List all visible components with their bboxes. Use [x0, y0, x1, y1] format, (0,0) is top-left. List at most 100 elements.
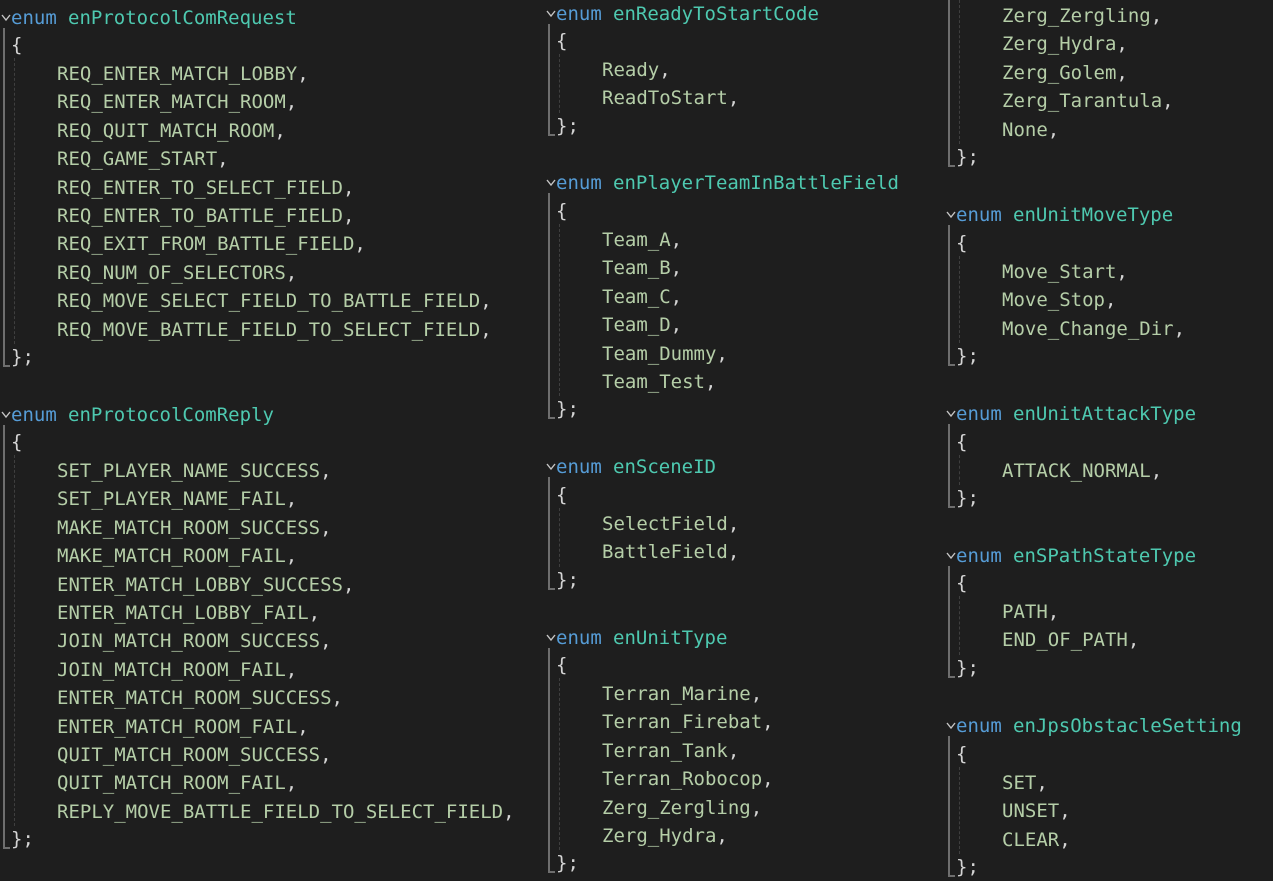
enum-member-name: Zerg_Hydra: [1002, 33, 1117, 56]
enum-member-name: Zerg_Tarantula: [1002, 90, 1163, 113]
enum-keyword: enum: [556, 3, 602, 25]
enum-member-name: Terran_Tank: [602, 739, 728, 762]
enum-member-name: BattleField: [602, 541, 728, 564]
comma: ,: [716, 342, 728, 365]
comma: ,: [1059, 828, 1071, 851]
code-column-2: enum enReadyToStartCode{Ready, ReadToStart…: [545, 0, 945, 874]
fold-range-end: [948, 364, 955, 367]
enum-keyword: enum: [956, 545, 1002, 567]
enum-member-name: None: [1002, 118, 1048, 141]
enum-member: SET,: [1002, 769, 1071, 797]
comma: ,: [1116, 33, 1128, 56]
comma: ,: [285, 545, 298, 568]
enum-member-name: Terran_Robocop: [602, 768, 763, 791]
comma: ,: [217, 148, 229, 171]
fold-range-end: [548, 417, 555, 420]
enum-member-name: REPLY_MOVE_BATTLE_FIELD_TO_SELECT_FIELD: [57, 800, 504, 823]
enum-member: QUIT_MATCH_ROOM_SUCCESS,: [57, 741, 515, 769]
enum-member: REQ_ENTER_MATCH_ROOM,: [57, 88, 492, 116]
enum-member: JOIN_MATCH_ROOM_SUCCESS,: [57, 627, 515, 655]
enum-member-list: Zerg_Zergling, Zerg_Hydra, Zerg_Golem, Zerg…: [1002, 2, 1174, 144]
comma: ,: [1127, 629, 1140, 652]
enum-keyword: enum: [556, 627, 602, 649]
close-brace: };: [556, 398, 579, 421]
chevron-down-icon[interactable]: [945, 712, 956, 740]
chevron-down-icon[interactable]: [0, 401, 11, 429]
enum-member: ReadToStart,: [602, 84, 739, 112]
comma: ,: [670, 285, 683, 308]
comma: ,: [285, 772, 298, 795]
comma: ,: [670, 229, 683, 251]
enum-member: Move_Change_Dir,: [1002, 315, 1185, 343]
chevron-down-icon[interactable]: [0, 4, 11, 32]
enum-member: Move_Start,: [1002, 258, 1185, 286]
enum-member-name: REQ_MOVE_SELECT_FIELD_TO_BATTLE_FIELD: [57, 290, 481, 313]
enum-member-list: Terran_Marine, Terran_Firebat, Terran_Tank…: [602, 680, 774, 850]
enum-member-name: Team_C: [602, 285, 671, 308]
enum-member: PATH,: [1002, 598, 1139, 626]
enum-name: enSceneID: [613, 456, 716, 478]
fold-range-bar: [548, 477, 550, 588]
fold-range-end: [548, 587, 555, 590]
enum-member-list: ATTACK_NORMAL,: [1002, 457, 1162, 485]
comma: ,: [1104, 289, 1117, 312]
enum-member-name: REQ_MOVE_BATTLE_FIELD_TO_SELECT_FIELD: [57, 318, 481, 341]
chevron-down-icon[interactable]: [545, 169, 556, 197]
enum-member: REQ_ENTER_TO_SELECT_FIELD,: [57, 174, 492, 202]
enum-member: UNSET,: [1002, 797, 1071, 825]
close-brace: };: [956, 487, 979, 510]
enum-member-name: UNSET: [1002, 800, 1060, 823]
chevron-down-icon[interactable]: [545, 453, 556, 481]
enum-member: Zerg_Hydra,: [1002, 30, 1174, 58]
chevron-down-icon[interactable]: [545, 624, 556, 652]
enum-member: REQ_MOVE_SELECT_FIELD_TO_BATTLE_FIELD,: [57, 287, 492, 315]
comma: ,: [342, 176, 355, 199]
enum-member-name: Move_Change_Dir: [1002, 317, 1174, 340]
enum-member-name: Team_Test: [602, 370, 705, 393]
close-brace: };: [556, 568, 579, 591]
fold-range-end: [948, 675, 955, 678]
comma: ,: [285, 658, 298, 681]
comma: ,: [716, 824, 728, 847]
chevron-down-icon[interactable]: [945, 542, 956, 570]
comma: ,: [480, 318, 492, 341]
enum-member: Team_C,: [602, 283, 728, 311]
open-brace: {: [956, 572, 968, 594]
indent-guide: [14, 455, 15, 827]
comma: ,: [274, 119, 286, 142]
comma: ,: [670, 257, 683, 280]
enum-member: SET_PLAYER_NAME_SUCCESS,: [57, 457, 515, 485]
indent-guide: [959, 256, 960, 344]
close-brace: };: [956, 856, 979, 879]
enum-member-name: Zerg_Zergling: [1002, 5, 1151, 27]
enum-member: SET_PLAYER_NAME_FAIL,: [57, 485, 515, 513]
enum-name: enReadyToStartCode: [613, 3, 819, 25]
enum-member: REQ_ENTER_MATCH_LOBBY,: [57, 60, 492, 88]
close-brace: };: [956, 345, 979, 368]
chevron-down-icon[interactable]: [945, 201, 956, 229]
comma: ,: [342, 204, 355, 227]
chevron-down-icon[interactable]: [545, 0, 556, 28]
enum-name: enUnitAttackType: [1013, 403, 1197, 425]
indent-guide: [559, 224, 560, 397]
enum-name: enUnitType: [613, 627, 728, 649]
indent-guide: [959, 767, 960, 855]
open-brace: {: [556, 484, 568, 506]
comma: ,: [750, 796, 763, 819]
comma: ,: [1047, 601, 1060, 623]
comma: ,: [1162, 90, 1174, 113]
comma: ,: [480, 290, 492, 313]
indent-guide: [559, 678, 560, 851]
enum-member: Team_Dummy,: [602, 340, 728, 368]
comma: ,: [704, 370, 717, 393]
enum-keyword: enum: [11, 404, 57, 426]
comma: ,: [659, 59, 671, 81]
fold-range-bar: [948, 566, 950, 676]
fold-range-end: [948, 875, 955, 878]
fold-range-bar: [948, 736, 950, 876]
comma: ,: [727, 513, 740, 535]
chevron-down-icon[interactable]: [945, 400, 956, 428]
enum-member: JOIN_MATCH_ROOM_FAIL,: [57, 656, 515, 684]
enum-member-list: SelectField, BattleField,: [602, 510, 739, 567]
enum-member: Move_Stop,: [1002, 286, 1185, 314]
